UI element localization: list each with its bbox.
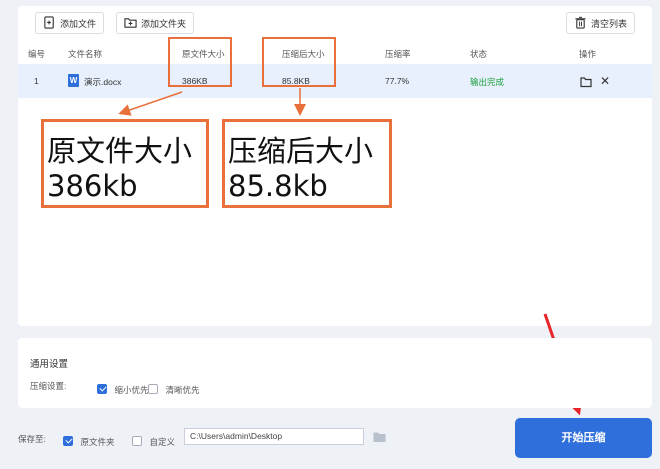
source-folder-label: 原文件夹 <box>80 437 115 447</box>
custom-folder-checkbox[interactable] <box>132 435 142 446</box>
option-small-priority[interactable]: 缩小优先 <box>97 380 148 398</box>
browse-folder-icon[interactable] <box>373 430 386 448</box>
settings-panel: 通用设置 压缩设置: 缩小优先 清晰优先 <box>18 338 652 408</box>
annotation-comp-box: 压缩后大小 85.8kb <box>222 119 392 208</box>
option-small-label: 缩小优先 <box>114 385 149 395</box>
custom-folder-label: 自定义 <box>149 437 175 447</box>
annotation-orig-box: 原文件大小 386kb <box>41 119 209 208</box>
option-clear-checkbox[interactable] <box>148 383 158 394</box>
option-clear-priority[interactable]: 清晰优先 <box>148 380 199 398</box>
compress-setting-label: 压缩设置: <box>30 381 67 391</box>
annotation-orig-title: 原文件大小 <box>47 134 193 168</box>
start-compress-button[interactable]: 开始压缩 <box>515 418 652 458</box>
arrow-to-orig-box <box>118 91 183 116</box>
annotation-comp-value: 85.8kb <box>228 169 328 203</box>
option-custom-folder[interactable]: 自定义 <box>132 432 175 450</box>
save-path-input[interactable]: C:\Users\admin\Desktop <box>184 428 364 445</box>
annotation-orig-value: 386kb <box>47 169 138 203</box>
source-folder-checkbox[interactable] <box>63 435 73 446</box>
save-to-label: 保存至: <box>18 434 46 444</box>
settings-title: 通用设置 <box>30 359 69 370</box>
option-source-folder[interactable]: 原文件夹 <box>63 432 114 450</box>
option-clear-label: 清晰优先 <box>165 385 200 395</box>
annotation-comp-title: 压缩后大小 <box>228 134 374 168</box>
option-small-checkbox[interactable] <box>97 383 107 394</box>
